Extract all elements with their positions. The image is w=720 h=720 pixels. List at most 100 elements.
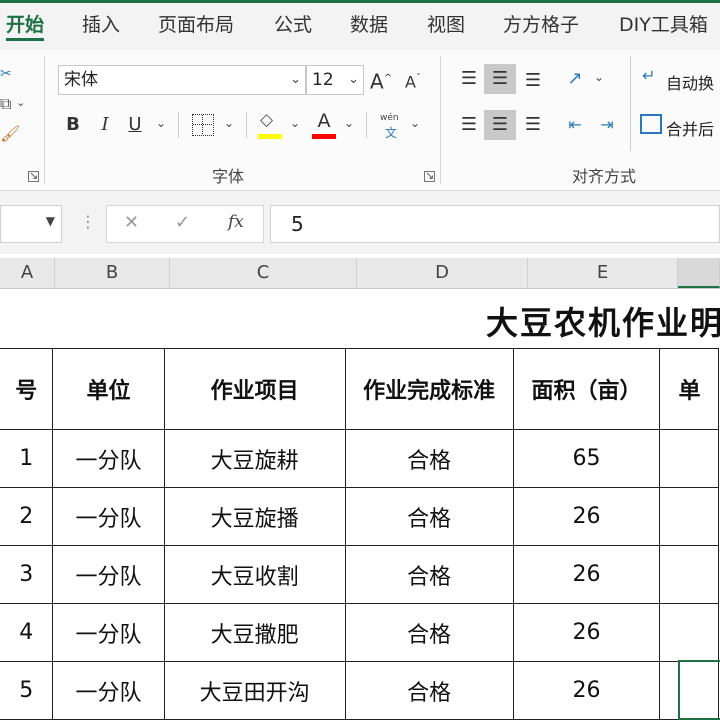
cell-no[interactable]: 4 (0, 603, 54, 662)
merge-center-button[interactable]: 合并后 (666, 116, 714, 140)
tab-page-layout[interactable]: 页面布局 (158, 10, 234, 37)
underline-dropdown-chevron-icon[interactable]: ⌄ (156, 116, 166, 130)
cell-item[interactable]: 大豆旋耕 (163, 429, 346, 488)
font-launcher-icon[interactable]: ↘ (424, 170, 435, 182)
active-tab-underline (6, 38, 44, 41)
cell-area[interactable]: 26 (512, 487, 661, 546)
confirm-icon[interactable]: ✓ (175, 212, 190, 233)
cell-area[interactable]: 26 (512, 661, 661, 720)
copy-icon[interactable]: ⧉ (0, 94, 11, 114)
merge-center-icon[interactable] (640, 114, 662, 134)
column-header-f[interactable] (678, 258, 720, 288)
font-group-label: 字体 (212, 167, 245, 186)
cell-no[interactable]: 2 (0, 487, 54, 546)
font-size-select[interactable]: 12 ⌄ (306, 65, 364, 95)
data-table: 号 单位 作业项目 作业完成标准 面积（亩） 单 1 一分队 大豆旋耕 合格 6… (0, 348, 719, 720)
align-center-icon[interactable]: ☰ (484, 110, 516, 140)
cell-unit[interactable]: 一分队 (52, 545, 165, 604)
borders-icon[interactable] (192, 114, 214, 136)
phonetic-guide-icon[interactable]: 文 (385, 124, 397, 141)
cell-unit[interactable]: 一分队 (52, 603, 165, 662)
copy-dropdown-chevron-icon[interactable]: ⌄ (16, 96, 25, 109)
cell-no[interactable]: 3 (0, 545, 54, 604)
tab-view[interactable]: 视图 (427, 10, 465, 37)
cell-area[interactable]: 26 (512, 603, 661, 662)
table-row: 2 一分队 大豆旋播 合格 26 (0, 487, 719, 546)
cell-standard[interactable]: 合格 (344, 429, 514, 488)
italic-button[interactable]: I (94, 110, 116, 140)
cell-area[interactable]: 65 (512, 429, 661, 488)
column-header-a[interactable]: A (0, 258, 55, 288)
text-orientation-icon[interactable]: ↗ (562, 64, 588, 94)
font-name-select[interactable]: 宋体 ⌄ (58, 65, 306, 95)
align-middle-icon[interactable]: ☰ (484, 64, 516, 94)
align-left-icon[interactable]: ☰ (456, 110, 482, 140)
phonetic-guide-top[interactable]: wén (380, 113, 399, 123)
cell-unit[interactable]: 一分队 (52, 661, 165, 720)
cell-standard[interactable]: 合格 (344, 661, 514, 720)
toolbar-separator (178, 112, 179, 138)
cell-f[interactable] (659, 429, 719, 488)
cell-area[interactable]: 26 (512, 545, 661, 604)
cell-no[interactable]: 1 (0, 429, 54, 488)
align-top-icon[interactable]: ☰ (456, 64, 482, 94)
tab-diy-toolbox[interactable]: DIY工具箱 (619, 10, 708, 37)
font-color-button[interactable]: A (312, 106, 336, 136)
cell-standard[interactable]: 合格 (344, 603, 514, 662)
align-bottom-icon[interactable]: ☰ (520, 66, 546, 96)
cell-standard[interactable]: 合格 (344, 545, 514, 604)
wrap-text-button[interactable]: 自动换 (666, 70, 714, 94)
insert-function-icon[interactable]: fx (228, 212, 244, 232)
increase-indent-icon[interactable]: ⇥ (594, 110, 620, 140)
sheet-title[interactable]: 大豆农机作业明 (486, 298, 720, 344)
cancel-icon[interactable]: ✕ (124, 212, 139, 233)
cell-f[interactable] (659, 545, 719, 604)
cell-unit[interactable]: 一分队 (52, 429, 165, 488)
tab-data[interactable]: 数据 (350, 10, 388, 37)
header-cell-unit[interactable]: 单位 (52, 348, 165, 430)
fill-color-swatch (258, 134, 282, 139)
name-box[interactable]: ▼ (0, 205, 62, 243)
cell-item[interactable]: 大豆收割 (163, 545, 346, 604)
font-color-chevron-icon[interactable]: ⌄ (344, 116, 354, 130)
borders-dropdown-chevron-icon[interactable]: ⌄ (224, 116, 234, 130)
tab-formulas[interactable]: 公式 (274, 10, 312, 37)
header-cell-item[interactable]: 作业项目 (163, 348, 346, 430)
column-header-c[interactable]: C (170, 258, 357, 288)
cell-f[interactable] (659, 603, 719, 662)
cell-item[interactable]: 大豆田开沟 (163, 661, 346, 720)
grow-font-button[interactable]: A^ (370, 64, 392, 94)
cut-icon[interactable]: ✂ (0, 66, 12, 82)
tab-home[interactable]: 开始 (6, 10, 44, 37)
fill-color-bucket-icon[interactable]: ◇ (260, 110, 273, 130)
formula-bar-grip-icon[interactable]: ⋮ (80, 212, 96, 231)
cell-standard[interactable]: 合格 (344, 487, 514, 546)
tab-insert[interactable]: 插入 (82, 10, 120, 37)
column-header-e[interactable]: E (528, 258, 678, 288)
header-cell-no[interactable]: 号 (0, 348, 54, 430)
cell-no[interactable]: 5 (0, 661, 54, 720)
header-cell-area[interactable]: 面积（亩） (512, 348, 661, 430)
tab-fangfang[interactable]: 方方格子 (503, 10, 579, 37)
header-cell-unit-price[interactable]: 单 (659, 348, 719, 430)
fill-color-chevron-icon[interactable]: ⌄ (290, 116, 300, 130)
column-header-d[interactable]: D (357, 258, 528, 288)
format-painter-icon[interactable]: 🖌 (0, 124, 20, 143)
table-row: 4 一分队 大豆撒肥 合格 26 (0, 603, 719, 662)
cell-unit[interactable]: 一分队 (52, 487, 165, 546)
wrap-text-icon[interactable]: ↵ (642, 66, 655, 85)
column-header-b[interactable]: B (55, 258, 170, 288)
formula-input[interactable]: 5 (270, 205, 720, 243)
orientation-chevron-icon[interactable]: ⌄ (594, 70, 604, 84)
cell-item[interactable]: 大豆旋播 (163, 487, 346, 546)
bold-button[interactable]: B (62, 110, 84, 140)
phonetic-chevron-icon[interactable]: ⌄ (410, 116, 420, 130)
header-cell-standard[interactable]: 作业完成标准 (344, 348, 514, 430)
underline-button[interactable]: U (124, 110, 146, 140)
decrease-indent-icon[interactable]: ⇤ (562, 110, 588, 140)
cell-f[interactable] (659, 487, 719, 546)
align-right-icon[interactable]: ☰ (520, 110, 546, 140)
clipboard-launcher-icon[interactable]: ↘ (28, 170, 39, 182)
cell-item[interactable]: 大豆撒肥 (163, 603, 346, 662)
shrink-font-button[interactable]: Aˇ (402, 64, 424, 94)
